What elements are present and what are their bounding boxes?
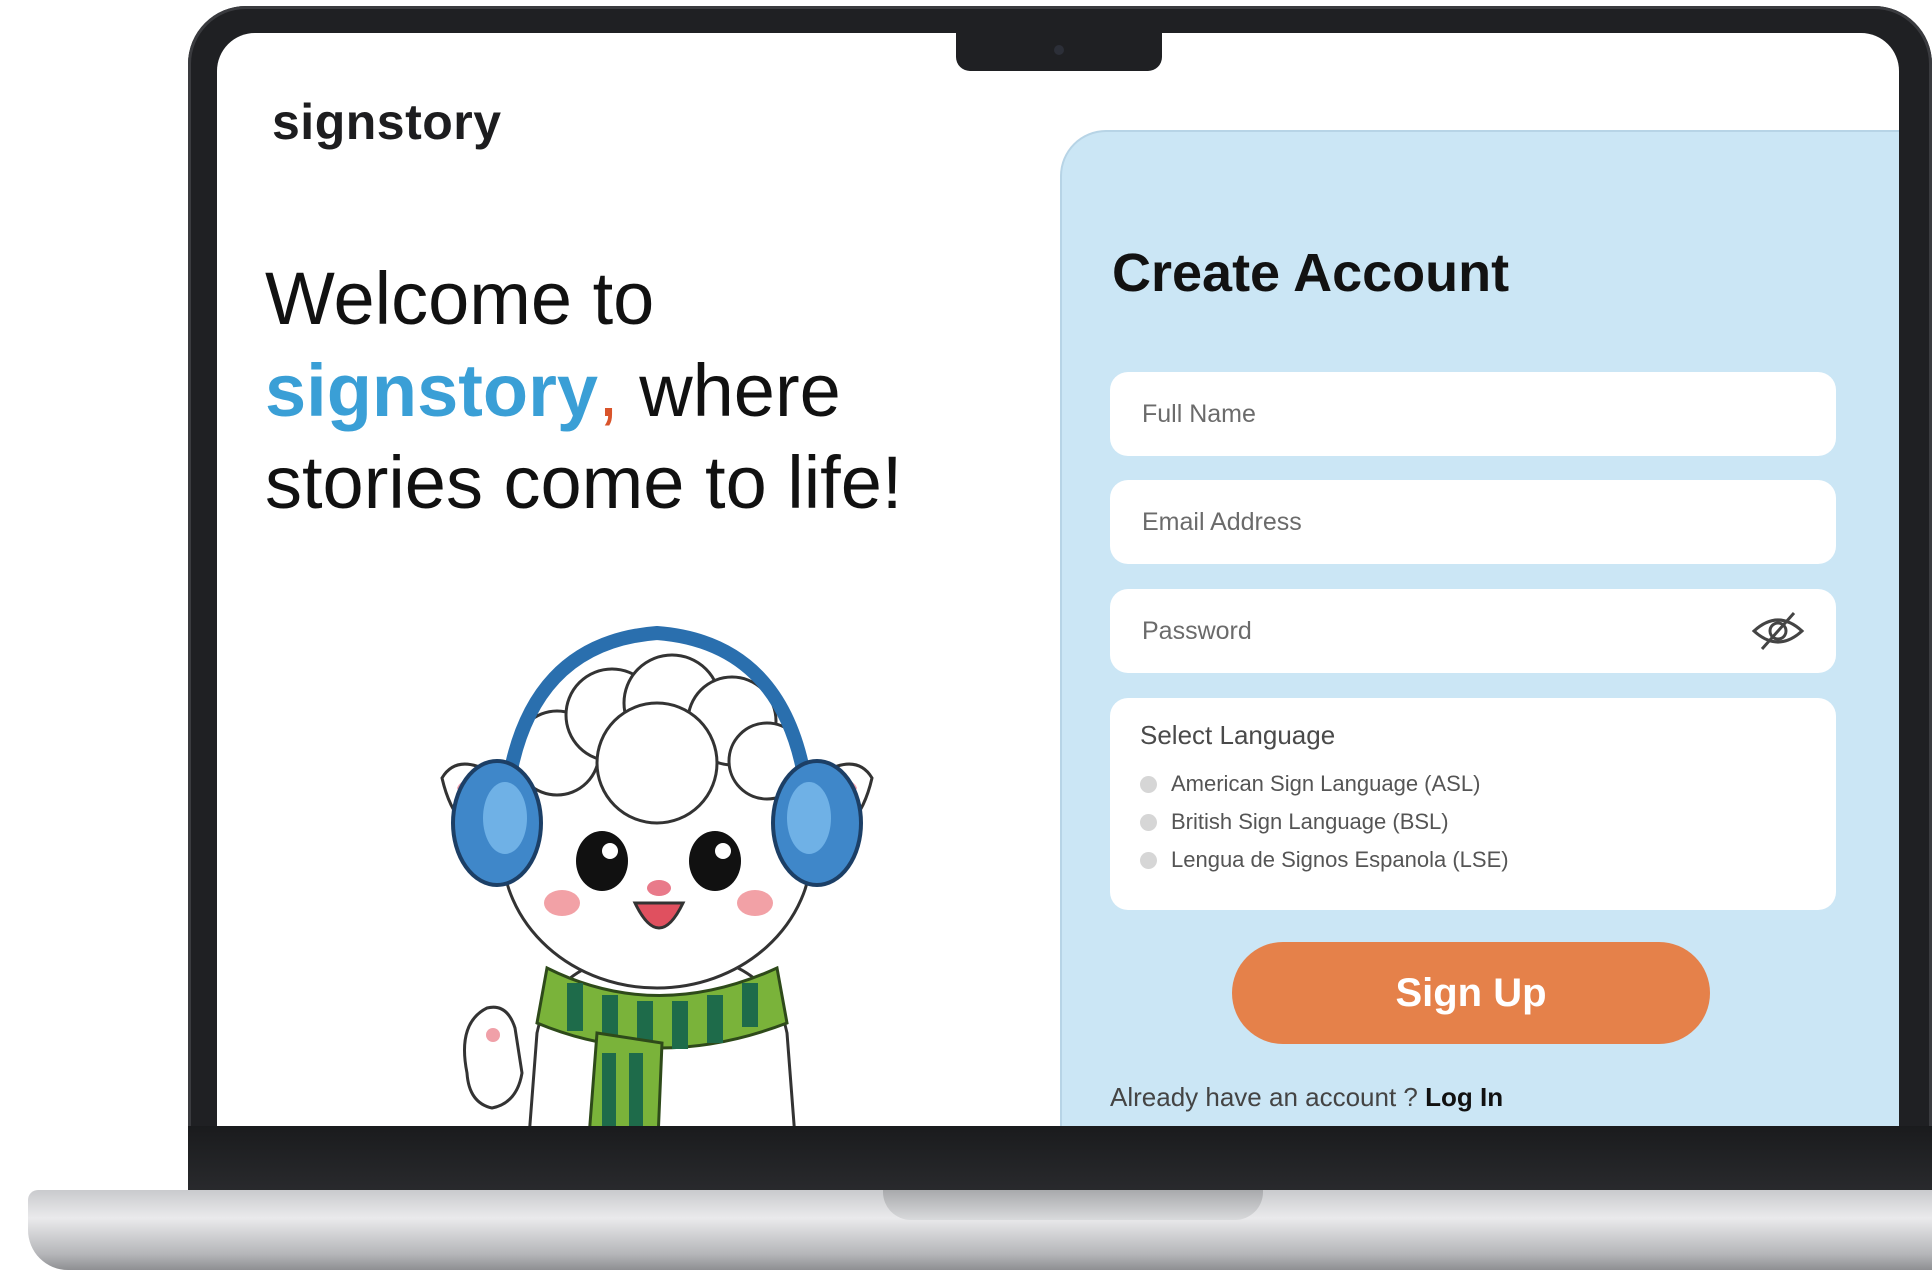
language-option-label: British Sign Language (BSL)	[1171, 809, 1449, 834]
full-name-field[interactable]	[1110, 372, 1836, 456]
create-account-panel: Create Account Select Language	[1060, 130, 1899, 1126]
headline-brand: signstory	[265, 349, 599, 432]
welcome-headline: Welcome to signstory, where stories come…	[265, 253, 985, 529]
laptop-base	[28, 1190, 1932, 1270]
language-option-lse[interactable]: Lengua de Signos Espanola (LSE)	[1140, 841, 1806, 879]
password-input[interactable]	[1140, 615, 1750, 647]
password-field[interactable]	[1110, 589, 1836, 673]
sign-up-button[interactable]: Sign Up	[1232, 942, 1710, 1044]
email-field[interactable]	[1110, 480, 1836, 564]
headline-line1: Welcome to	[265, 257, 655, 340]
language-option-bsl[interactable]: British Sign Language (BSL)	[1140, 803, 1806, 841]
camera-icon	[1054, 45, 1064, 55]
radio-button[interactable]	[1140, 851, 1157, 869]
app-logo[interactable]: signstory	[272, 93, 502, 151]
laptop-chin	[188, 1126, 1932, 1196]
screen: signstory Welcome to signstory, where st…	[217, 33, 1899, 1126]
laptop-mockup: signstory Welcome to signstory, where st…	[0, 0, 1932, 1273]
radio-button[interactable]	[1140, 775, 1157, 793]
language-option-label: Lengua de Signos Espanola (LSE)	[1171, 847, 1509, 872]
language-title: Select Language	[1140, 720, 1336, 750]
language-option-asl[interactable]: American Sign Language (ASL)	[1140, 765, 1806, 803]
laptop-opening-lip	[883, 1190, 1263, 1220]
eye-slash-icon[interactable]	[1750, 609, 1806, 653]
radio-button[interactable]	[1140, 813, 1157, 831]
log-in-link[interactable]: Log In	[1425, 1082, 1503, 1112]
language-selector: Select Language American Sign Language (…	[1110, 698, 1836, 910]
login-prompt-text: Already have an account ?	[1110, 1082, 1426, 1112]
panel-title: Create Account	[1112, 243, 1510, 303]
lamb-mascot-icon	[440, 625, 874, 1126]
language-option-label: American Sign Language (ASL)	[1171, 771, 1481, 796]
login-prompt: Already have an account ? Log In	[1110, 1082, 1503, 1113]
full-name-input[interactable]	[1140, 398, 1806, 430]
email-input[interactable]	[1140, 506, 1806, 538]
headline-line3: stories come to life!	[265, 441, 903, 524]
headline-line2: where	[618, 349, 841, 432]
camera-notch	[956, 33, 1162, 71]
headline-comma: ,	[598, 349, 619, 432]
